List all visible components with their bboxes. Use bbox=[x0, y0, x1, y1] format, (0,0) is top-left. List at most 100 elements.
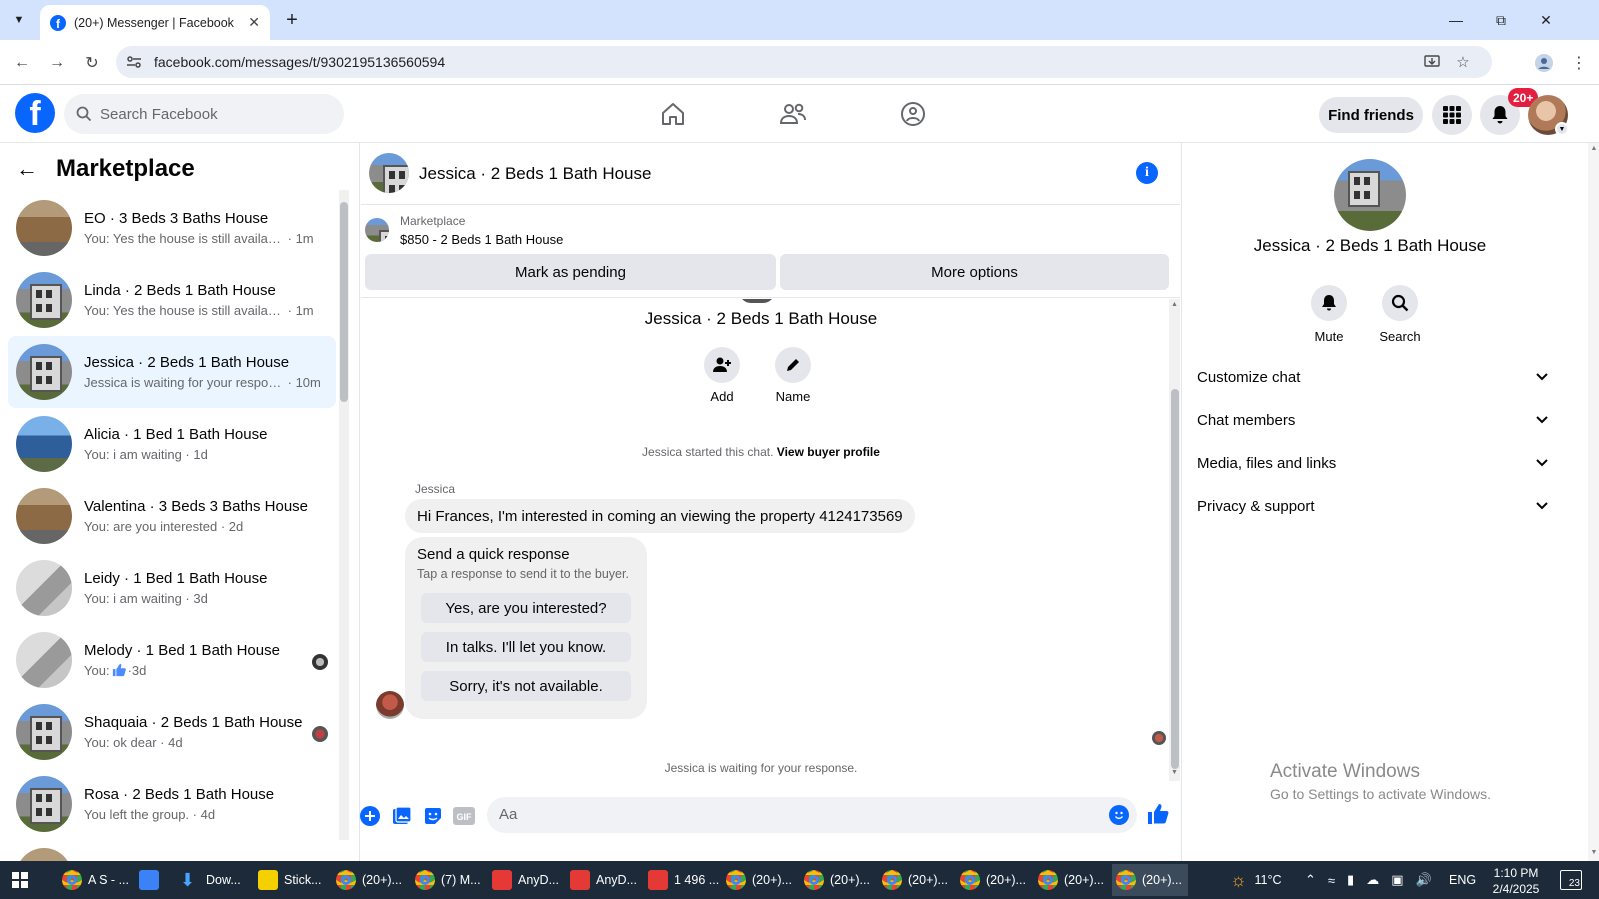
site-info-icon[interactable] bbox=[125, 53, 143, 71]
sidebar-scrollbar[interactable] bbox=[339, 190, 349, 840]
device-icon[interactable]: ▣ bbox=[1391, 872, 1403, 888]
sender-avatar[interactable] bbox=[376, 691, 404, 719]
taskbar-item-active[interactable]: (20+)... bbox=[1112, 864, 1188, 896]
search-input[interactable] bbox=[100, 105, 320, 123]
plus-circle-icon[interactable] bbox=[359, 805, 381, 827]
browser-tab[interactable]: f (20+) Messenger | Facebook ✕ bbox=[40, 5, 270, 40]
chevron-down-icon[interactable]: ▼ bbox=[1555, 122, 1569, 136]
quick-reply-button[interactable]: Yes, are you interested? bbox=[421, 593, 631, 623]
media-files-links-section[interactable]: Media, files and links bbox=[1197, 443, 1549, 483]
customize-chat-section[interactable]: Customize chat bbox=[1197, 357, 1549, 397]
battery-icon[interactable]: ▮ bbox=[1347, 872, 1354, 888]
back-arrow-icon[interactable]: ← bbox=[16, 156, 48, 182]
windows-start-icon[interactable] bbox=[12, 872, 28, 888]
taskbar-item[interactable]: (20+)... bbox=[722, 864, 796, 896]
language-indicator[interactable]: ENG bbox=[1449, 861, 1476, 899]
quick-reply-button[interactable]: Sorry, it's not available. bbox=[421, 671, 631, 701]
notification-center-icon[interactable]: 23 bbox=[1560, 870, 1582, 890]
message-bubble[interactable]: Hi Frances, I'm interested in coming an … bbox=[405, 499, 915, 533]
list-item[interactable]: Linda · 2 Beds 1 Bath House You: Yes the… bbox=[8, 264, 336, 336]
home-icon[interactable] bbox=[658, 99, 688, 129]
photo-icon[interactable] bbox=[391, 805, 413, 827]
taskbar-item[interactable]: Stick... bbox=[254, 864, 326, 896]
find-friends-button[interactable]: Find friends bbox=[1319, 97, 1423, 133]
add-people-button[interactable]: Add bbox=[692, 347, 752, 404]
list-item[interactable]: EO · 3 Beds 3 Baths House You: Yes the h… bbox=[8, 192, 336, 264]
taskbar-item[interactable]: (20+)... bbox=[956, 864, 1030, 896]
bell-icon bbox=[1311, 285, 1347, 321]
gif-icon[interactable]: GIF bbox=[453, 805, 475, 827]
friends-icon[interactable] bbox=[778, 99, 808, 129]
chevron-up-icon[interactable]: ⌃ bbox=[1305, 872, 1316, 888]
scroll-down-icon[interactable]: ▼ bbox=[1588, 849, 1599, 856]
quick-reply-button[interactable]: In talks. I'll let you know. bbox=[421, 632, 631, 662]
listing-price[interactable]: $850 - 2 Beds 1 Bath House bbox=[400, 232, 563, 247]
profile-icon[interactable] bbox=[1531, 50, 1557, 76]
search-in-chat-button[interactable]: Search bbox=[1370, 285, 1430, 344]
view-buyer-profile-link[interactable]: View buyer profile bbox=[777, 445, 880, 459]
taskbar-item[interactable]: AnyD... bbox=[488, 864, 563, 896]
message-input-field[interactable] bbox=[487, 797, 1137, 833]
mute-button[interactable]: Mute bbox=[1299, 285, 1359, 344]
restore-button[interactable]: ⧉ bbox=[1486, 8, 1516, 32]
facebook-logo-icon[interactable]: f bbox=[15, 93, 55, 133]
close-tab-icon[interactable]: ✕ bbox=[248, 14, 260, 31]
minimize-button[interactable]: — bbox=[1441, 8, 1471, 32]
list-item[interactable] bbox=[8, 840, 336, 861]
chat-avatar[interactable] bbox=[369, 153, 409, 193]
list-item[interactable]: Melody · 1 Bed 1 Bath House You: · 3d bbox=[8, 624, 336, 696]
mark-as-pending-button[interactable]: Mark as pending bbox=[365, 254, 776, 290]
sticker-icon[interactable] bbox=[422, 805, 444, 827]
facebook-search[interactable] bbox=[64, 94, 344, 134]
taskbar-item[interactable]: (20+)... bbox=[1034, 864, 1108, 896]
message-input[interactable] bbox=[499, 806, 1089, 823]
install-app-icon[interactable] bbox=[1422, 52, 1442, 72]
listing-thumbnail[interactable] bbox=[365, 218, 389, 242]
list-item[interactable]: Shaquaia · 2 Beds 1 Bath House You: ok d… bbox=[8, 696, 336, 768]
taskbar-item[interactable]: 1 496 ... bbox=[644, 864, 723, 896]
more-options-button[interactable]: More options bbox=[780, 254, 1169, 290]
weather-widget[interactable]: ☼ 11°C bbox=[1230, 861, 1282, 899]
like-thumbs-up-icon[interactable] bbox=[1147, 803, 1169, 825]
address-bar[interactable]: facebook.com/messages/t/9302195136560594… bbox=[116, 46, 1492, 78]
clock[interactable]: 1:10 PM 2/4/2025 bbox=[1487, 865, 1545, 897]
list-item[interactable]: Leidy · 1 Bed 1 Bath House You: i am wai… bbox=[8, 552, 336, 624]
scroll-up-icon[interactable]: ▲ bbox=[1588, 145, 1599, 152]
chat-members-section[interactable]: Chat members bbox=[1197, 400, 1549, 440]
tab-search-button[interactable]: ▼ bbox=[6, 8, 32, 32]
info-icon[interactable]: i bbox=[1136, 162, 1158, 184]
list-item[interactable]: Alicia · 1 Bed 1 Bath House You: i am wa… bbox=[8, 408, 336, 480]
emoji-icon[interactable] bbox=[1109, 805, 1129, 825]
taskbar-item[interactable]: (7) M... bbox=[411, 864, 485, 896]
list-item[interactable]: Valentina · 3 Beds 3 Baths House You: ar… bbox=[8, 480, 336, 552]
browser-menu-icon[interactable]: ⋮ bbox=[1566, 50, 1592, 76]
message-scrollbar[interactable]: ▲ ▼ bbox=[1169, 299, 1180, 781]
scroll-up-icon[interactable]: ▲ bbox=[1169, 301, 1180, 308]
edit-name-button[interactable]: Name bbox=[763, 347, 823, 404]
close-window-button[interactable]: ✕ bbox=[1531, 8, 1561, 32]
volume-icon[interactable]: 🔊 bbox=[1416, 872, 1432, 888]
groups-icon[interactable] bbox=[898, 99, 928, 129]
taskbar-item[interactable]: (20+)... bbox=[878, 864, 952, 896]
taskbar-item[interactable]: ⬇ Dow... bbox=[176, 864, 245, 896]
taskbar-item[interactable]: A S - ... bbox=[58, 864, 133, 896]
forward-button[interactable]: → bbox=[44, 50, 70, 76]
list-item[interactable]: Rosa · 2 Beds 1 Bath House You left the … bbox=[8, 768, 336, 840]
privacy-support-section[interactable]: Privacy & support bbox=[1197, 486, 1549, 526]
network-icon[interactable]: ≈ bbox=[1328, 873, 1335, 888]
reload-button[interactable]: ↻ bbox=[79, 50, 105, 76]
page-scrollbar[interactable]: ▲ ▼ bbox=[1588, 143, 1599, 861]
chat-title[interactable]: Jessica · 2 Beds 1 Bath House bbox=[419, 164, 651, 184]
taskbar-item[interactable]: (20+)... bbox=[800, 864, 874, 896]
list-item-active[interactable]: Jessica · 2 Beds 1 Bath House Jessica is… bbox=[8, 336, 336, 408]
taskbar-item[interactable]: (20+)... bbox=[332, 864, 406, 896]
new-tab-button[interactable]: + bbox=[280, 8, 304, 32]
back-button[interactable]: ← bbox=[9, 50, 35, 76]
taskbar-item[interactable] bbox=[135, 864, 169, 896]
scroll-down-icon[interactable]: ▼ bbox=[1169, 769, 1180, 776]
quick-response-subtitle: Tap a response to send it to the buyer. bbox=[417, 567, 629, 581]
bookmark-star-icon[interactable]: ☆ bbox=[1453, 52, 1473, 72]
menu-grid-icon[interactable] bbox=[1432, 95, 1472, 135]
cloud-icon[interactable]: ☁ bbox=[1366, 872, 1379, 888]
taskbar-item[interactable]: AnyD... bbox=[566, 864, 641, 896]
